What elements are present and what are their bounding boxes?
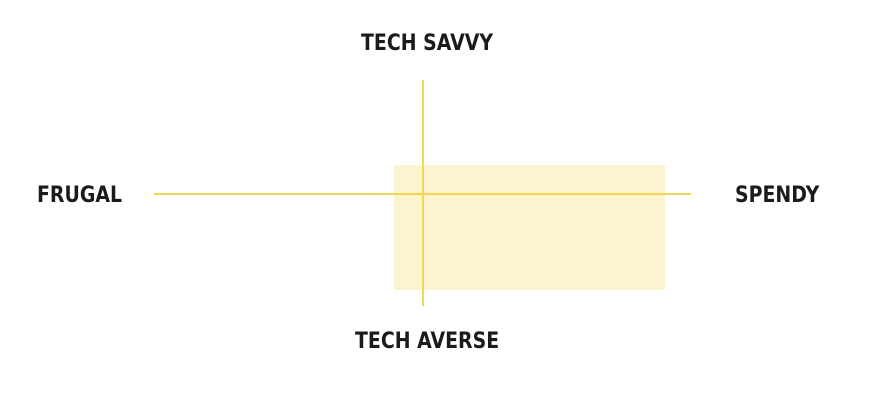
vertical-axis-line	[422, 80, 424, 306]
axis-label-bottom: TECH AVERSE	[355, 329, 500, 354]
target-region-highlight	[394, 165, 665, 290]
axis-label-right: SPENDY	[735, 183, 820, 208]
quadrant-diagram: TECH SAVVY TECH AVERSE FRUGAL SPENDY	[0, 0, 870, 409]
axis-label-left: FRUGAL	[37, 183, 123, 208]
axis-label-top: TECH SAVVY	[361, 31, 494, 56]
